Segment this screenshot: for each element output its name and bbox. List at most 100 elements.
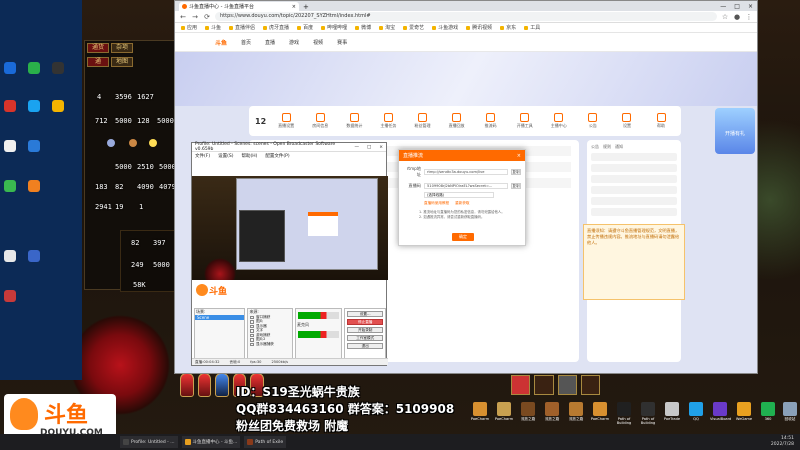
skill-icon[interactable] [557,375,577,395]
minimize-icon[interactable]: — [354,145,359,150]
side-tab[interactable]: 公告 [591,144,599,150]
obs-menu-item[interactable]: 设置(S) [218,153,233,159]
site-nav-item[interactable]: 首页 [241,39,251,46]
item-stack[interactable]: 2510 [137,163,154,171]
bookmark-item[interactable]: 微博 [355,24,371,31]
app-icon[interactable] [4,290,16,302]
skill-icon[interactable] [511,375,531,395]
item-stack[interactable]: 5000 [115,117,132,125]
app-icon[interactable] [28,140,40,152]
close-icon[interactable]: × [517,153,521,159]
site-logo[interactable]: 斗鱼 [215,38,227,47]
app-icon[interactable] [4,100,16,112]
skill-icon[interactable] [534,375,554,395]
bookmark-item[interactable]: 虎牙直播 [263,24,289,31]
stash-tab-currency[interactable]: 通货 [87,43,109,53]
copy-rtmp-button[interactable]: 复制 [511,169,521,175]
desktop-shortcut[interactable]: QQ [686,402,706,421]
star-icon[interactable]: ☆ [721,13,729,21]
item-stack[interactable]: 128 [137,117,150,125]
stash-tab-map[interactable]: 地图 [111,57,133,67]
obs-menu-item[interactable]: 文件(F) [195,153,210,159]
bookmark-item[interactable]: 淘宝 [379,24,395,31]
checkbox-icon[interactable] [250,320,254,324]
desktop-shortcut[interactable]: Path of Building [614,402,634,425]
obs-preview[interactable] [192,176,388,280]
bookmark-item[interactable]: 爱奇艺 [403,24,424,31]
desktop-shortcut[interactable]: 流放之路 [518,402,538,422]
reload-icon[interactable]: ⟳ [203,13,211,21]
desktop-shortcut[interactable]: Path of Building [638,402,658,425]
taskbar-item-browser[interactable]: 斗鱼直播中心 - 斗鱼... [181,436,241,448]
item-stack[interactable]: 2941 [95,203,112,211]
desktop-shortcut[interactable]: 回收站 [780,402,800,422]
desktop-shortcut[interactable]: 360 [758,402,778,421]
item-stack[interactable]: 82 [115,183,123,191]
bookmark-item[interactable]: 应用 [181,24,197,31]
item-stack[interactable]: 3596 [115,93,132,101]
app-icon[interactable] [52,62,64,74]
bookmark-item[interactable]: 哔哩哔哩 [321,24,347,31]
confirm-button[interactable]: 确定 [452,233,474,241]
desktop-shortcut[interactable]: PoeCharm [494,402,514,421]
tool-item[interactable]: 房间信息 [306,113,334,129]
close-icon[interactable]: × [292,4,296,10]
obs-menu-item[interactable]: 帮助(H) [241,153,257,159]
item-stack[interactable]: 5000 [153,261,170,269]
app-icon[interactable] [28,62,40,74]
stash-grid-bottom[interactable]: 82 397 249 5000 58K [120,230,178,292]
app-icon[interactable] [52,100,64,112]
settings-button[interactable]: 设置… [347,311,383,317]
app-icon[interactable] [4,250,16,262]
taskbar-item-obs[interactable]: Profile: Untitled - ... [120,436,178,448]
item-stack[interactable]: 5000 [115,163,132,171]
item-stack[interactable]: 5000 [157,117,174,125]
tool-item[interactable]: 帮助 [647,113,675,129]
checkbox-icon[interactable] [250,315,254,319]
tool-item[interactable]: 设置 [613,113,641,129]
audio-meter[interactable] [297,331,340,338]
desktop-shortcut[interactable]: PoeTrade [662,402,682,421]
item-stack[interactable]: 397 [153,239,166,247]
site-nav-item[interactable]: 直播 [265,39,275,46]
app-icon[interactable] [4,62,16,74]
checkbox-icon[interactable] [250,333,254,337]
item-stack[interactable]: 19 [115,203,123,211]
site-nav-item[interactable]: 赛事 [337,39,347,46]
close-window-icon[interactable]: × [748,3,753,10]
item-stack[interactable]: 249 [131,261,144,269]
bookmark-item[interactable]: 百度 [297,24,313,31]
side-row[interactable] [591,208,677,216]
side-tab[interactable]: 通知 [615,144,623,150]
skill-icon[interactable] [580,375,601,395]
tool-item[interactable]: 主播中心 [545,113,573,129]
menu-icon[interactable]: ⋮ [745,13,753,21]
stream-key-field[interactable]: 5109908rJ2bNPlOiraEL?wsSecret=... [424,183,508,189]
line-select[interactable]: (选择线路) [424,192,494,198]
item-stack[interactable]: 82 [131,239,139,247]
url-input[interactable]: https://www.douyu.com/topic/202207_SYZHt… [215,12,717,21]
studio-mode-button[interactable]: 工作室模式 [347,335,383,341]
close-window-icon[interactable]: × [379,145,383,150]
site-nav-item[interactable]: 视频 [313,39,323,46]
tool-item[interactable]: 数据统计 [340,113,368,129]
tutorial-link[interactable]: 直播码使用教程 [424,201,449,206]
checkbox-icon[interactable] [250,324,254,328]
bookmark-item[interactable]: 京东 [500,24,516,31]
bookmark-item[interactable]: 斗鱼 [205,24,221,31]
system-tray[interactable]: 14:51 2022/7/28 [771,436,800,448]
rtmp-url-field[interactable]: rtmp://sendtc3a.douyu.com/live [424,169,508,175]
side-row[interactable] [591,175,677,183]
bookmark-item[interactable]: 腾讯视频 [466,24,492,31]
tool-item[interactable]: 直播回放 [443,113,471,129]
forward-icon[interactable]: → [191,13,199,21]
app-icon[interactable] [4,180,16,192]
stash-tab-misc[interactable]: 杂项 [111,43,133,53]
desktop-shortcut[interactable]: PoeCharm [590,402,610,421]
back-icon[interactable]: ← [179,13,187,21]
obs-menu-item[interactable]: 配置文件(P) [265,153,289,159]
desktop-shortcut[interactable]: 流放之路 [542,402,562,422]
new-tab-icon[interactable]: + [299,3,313,11]
flask-icon[interactable] [197,373,211,397]
bookmark-item[interactable]: 直播伴侣 [229,24,255,31]
